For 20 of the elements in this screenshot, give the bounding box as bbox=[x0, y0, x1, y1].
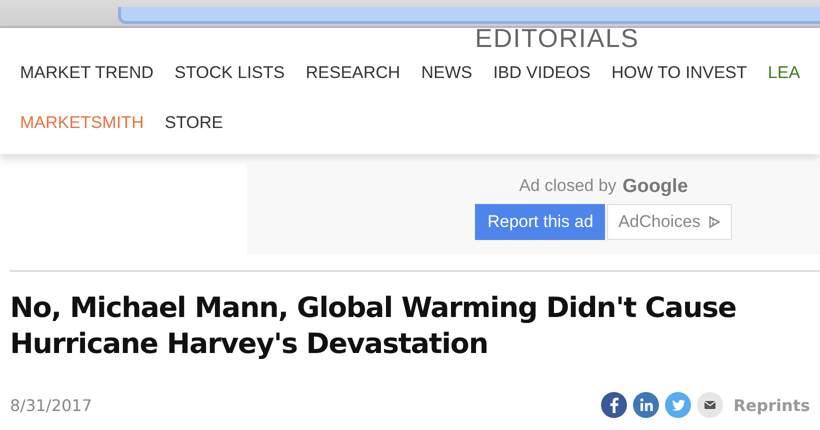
nav-link[interactable]: STORE bbox=[164, 113, 223, 133]
brand-name: Google bbox=[622, 176, 688, 198]
nav-link[interactable]: STOCK LISTS bbox=[174, 63, 285, 83]
nav-link[interactable]: IBD VIDEOS bbox=[493, 63, 591, 83]
nav-link[interactable]: LEA bbox=[768, 63, 800, 83]
linkedin-icon[interactable] bbox=[633, 392, 660, 418]
section-title: EDITORIALS bbox=[474, 28, 640, 48]
nav-link[interactable]: NEWS bbox=[421, 63, 472, 83]
facebook-icon[interactable] bbox=[601, 392, 628, 418]
twitter-bird-icon[interactable] bbox=[665, 392, 692, 418]
nav-link[interactable]: RESEARCH bbox=[306, 63, 400, 83]
report-ad-button[interactable]: Report this ad bbox=[475, 204, 606, 240]
email-icon[interactable] bbox=[697, 392, 724, 418]
nav-link[interactable]: HOW TO INVEST bbox=[612, 63, 747, 83]
nav-link[interactable]: MARKET TREND bbox=[20, 63, 154, 83]
play-icon bbox=[706, 215, 721, 229]
article-headline: No, Michael Mann, Global Warming Didn't Cause Hurricane Harvey's Devastation bbox=[10, 290, 738, 362]
article-date: 8/31/2017 bbox=[10, 396, 92, 414]
ad-closed-message: Ad closed by bbox=[519, 176, 616, 197]
adchoices-button[interactable]: AdChoices bbox=[607, 204, 732, 240]
